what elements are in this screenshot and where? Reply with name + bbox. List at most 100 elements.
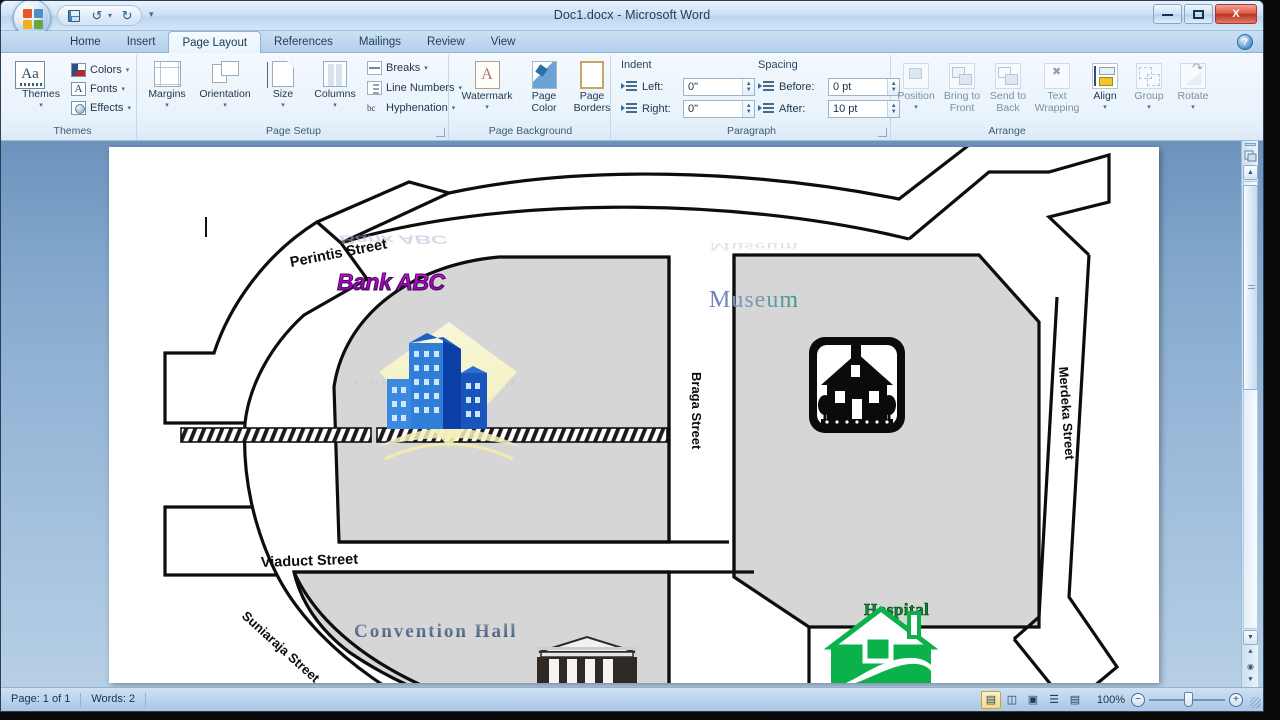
colors-label: Colors [90, 63, 122, 76]
tab-review[interactable]: Review [414, 32, 478, 53]
view-draft-button[interactable]: ▤ [1065, 691, 1085, 709]
align-dropdown-arrow[interactable]: ▾ [1083, 102, 1127, 114]
tab-page-layout[interactable]: Page Layout [168, 31, 262, 53]
resize-grip[interactable] [1250, 697, 1261, 708]
line-numbers-button[interactable]: Line Numbers ▾ [367, 79, 462, 96]
page-color-icon [531, 61, 557, 89]
page-color-button[interactable]: Page Color [521, 59, 567, 114]
indent-right-row: Right: ▲▼ [621, 100, 755, 118]
indent-right-input[interactable] [684, 101, 743, 117]
indent-left-icon [621, 80, 637, 94]
minimize-button[interactable] [1153, 4, 1182, 24]
effects-label: Effects [90, 101, 124, 114]
document-area[interactable]: Bank ABC Bank ABC Museum Museum Conventi… [1, 141, 1263, 689]
position-dropdown-arrow[interactable]: ▾ [893, 102, 939, 114]
group-dropdown-arrow[interactable]: ▾ [1127, 102, 1171, 114]
orientation-button[interactable]: Orientation ▾ [194, 59, 256, 111]
page-setup-dialog-launcher[interactable] [436, 128, 445, 137]
text-wrapping-button[interactable]: Text Wrapping [1031, 61, 1083, 114]
theme-effects-button[interactable]: Effects ▾ [71, 99, 131, 116]
scroll-up-button[interactable]: ▲ [1243, 165, 1258, 180]
arrange-body: Position ▾ Bring to Front Send to Back T… [893, 57, 1208, 119]
city-map-drawing[interactable]: Bank ABC Bank ABC Museum Museum Conventi… [109, 147, 1159, 683]
zoom-slider-thumb[interactable] [1183, 691, 1193, 707]
document-page[interactable]: Bank ABC Bank ABC Museum Museum Conventi… [109, 147, 1159, 683]
view-outline-button[interactable]: ☰ [1044, 691, 1064, 709]
send-to-back-label: Send to [989, 90, 1027, 102]
help-icon[interactable]: ? [1237, 34, 1253, 50]
fonts-dropdown-arrow[interactable]: ▾ [122, 85, 126, 93]
convention-hall-text: Convention Hall [354, 621, 518, 642]
rotate-button[interactable]: Rotate ▾ [1171, 61, 1215, 113]
theme-colors-button[interactable]: Colors ▾ [71, 61, 129, 78]
split-window-handle[interactable] [1245, 143, 1256, 146]
view-full-screen-reading-button[interactable]: ◫ [1002, 691, 1022, 709]
columns-dropdown-arrow[interactable]: ▾ [309, 100, 361, 112]
indent-right-steppers[interactable]: ▲ ▼ [742, 101, 754, 117]
text-wrapping-label-2: Wrapping [1034, 101, 1080, 114]
indent-left-steppers[interactable]: ▲ ▼ [742, 79, 754, 95]
size-dropdown-arrow[interactable]: ▾ [261, 100, 305, 112]
margins-dropdown-arrow[interactable]: ▾ [141, 100, 193, 112]
watermark-dropdown-arrow[interactable]: ▾ [455, 102, 519, 114]
page-borders-label-2: Borders [573, 101, 611, 114]
themes-dropdown-arrow[interactable]: ▾ [15, 100, 67, 112]
vertical-scrollbar[interactable]: ▲ ▼ ⯅ ◉ ⯆ [1241, 141, 1258, 689]
zoom-slider[interactable]: − + [1131, 691, 1243, 709]
spacing-after-spinner[interactable]: ▲▼ [828, 100, 900, 118]
ribbon-group-page-background: A Watermark ▾ Page Color Page Borders Pa… [451, 55, 611, 139]
size-button[interactable]: Size ▾ [261, 59, 305, 111]
spacing-after-icon [758, 102, 774, 116]
spacing-before-spinner[interactable]: ▲▼ [828, 78, 900, 96]
theme-fonts-button[interactable]: A Fonts ▾ [71, 80, 125, 97]
scroll-down-button[interactable]: ▼ [1243, 630, 1258, 645]
view-ruler-button[interactable] [1244, 149, 1257, 162]
page-borders-button[interactable]: Page Borders [569, 59, 615, 114]
position-button[interactable]: Position ▾ [893, 61, 939, 113]
watermark-button[interactable]: A Watermark ▾ [455, 59, 519, 113]
position-label: Position [897, 90, 935, 102]
maximize-button[interactable] [1184, 4, 1213, 24]
indent-left-spinner[interactable]: ▲▼ [683, 78, 755, 96]
effects-dropdown-arrow[interactable]: ▾ [127, 104, 131, 112]
margins-button[interactable]: Margins ▾ [141, 59, 193, 111]
line-numbers-icon [367, 80, 382, 95]
effects-icon [71, 100, 86, 115]
page-status[interactable]: Page: 1 of 1 [1, 691, 80, 708]
bring-to-front-button[interactable]: Bring to Front [939, 61, 985, 114]
view-print-layout-button[interactable]: ▤ [981, 690, 1001, 709]
rotate-dropdown-arrow[interactable]: ▾ [1171, 102, 1215, 114]
zoom-in-button[interactable]: + [1229, 692, 1243, 707]
tab-mailings[interactable]: Mailings [346, 32, 414, 53]
indent-left-input[interactable] [684, 79, 743, 95]
indent-right-spinner[interactable]: ▲▼ [683, 100, 755, 118]
send-to-back-button[interactable]: Send to Back [985, 61, 1031, 114]
colors-dropdown-arrow[interactable]: ▾ [126, 66, 130, 74]
zoom-out-button[interactable]: − [1131, 692, 1145, 707]
orientation-dropdown-arrow[interactable]: ▾ [194, 100, 256, 112]
align-button[interactable]: Align ▾ [1083, 61, 1127, 113]
hyphenation-button[interactable]: bc Hyphenation ▾ [367, 99, 455, 116]
themes-button[interactable]: Aa Themes ▾ [15, 61, 67, 111]
tab-home[interactable]: Home [57, 32, 114, 53]
select-browse-object-button[interactable]: ◉ [1243, 659, 1258, 673]
breaks-button[interactable]: Breaks ▾ [367, 59, 428, 76]
previous-page-button[interactable]: ⯅ [1243, 645, 1258, 659]
zoom-percentage[interactable]: 100% [1097, 694, 1125, 706]
zoom-slider-track[interactable] [1149, 691, 1225, 707]
scroll-thumb[interactable] [1243, 185, 1258, 390]
spacing-after-input[interactable] [829, 101, 888, 117]
word-count-status[interactable]: Words: 2 [81, 691, 145, 708]
tab-insert[interactable]: Insert [114, 32, 169, 53]
view-web-layout-button[interactable]: ▣ [1023, 691, 1043, 709]
group-button[interactable]: Group ▾ [1127, 61, 1171, 113]
breaks-dropdown-arrow[interactable]: ▾ [424, 64, 428, 72]
columns-button[interactable]: Columns ▾ [309, 59, 361, 111]
tab-view[interactable]: View [478, 32, 529, 53]
columns-icon [323, 61, 347, 87]
tab-references[interactable]: References [261, 32, 346, 53]
spacing-before-input[interactable] [829, 79, 888, 95]
fonts-label: Fonts [90, 82, 118, 95]
next-page-button[interactable]: ⯆ [1243, 673, 1258, 687]
close-button[interactable]: X [1215, 4, 1257, 24]
